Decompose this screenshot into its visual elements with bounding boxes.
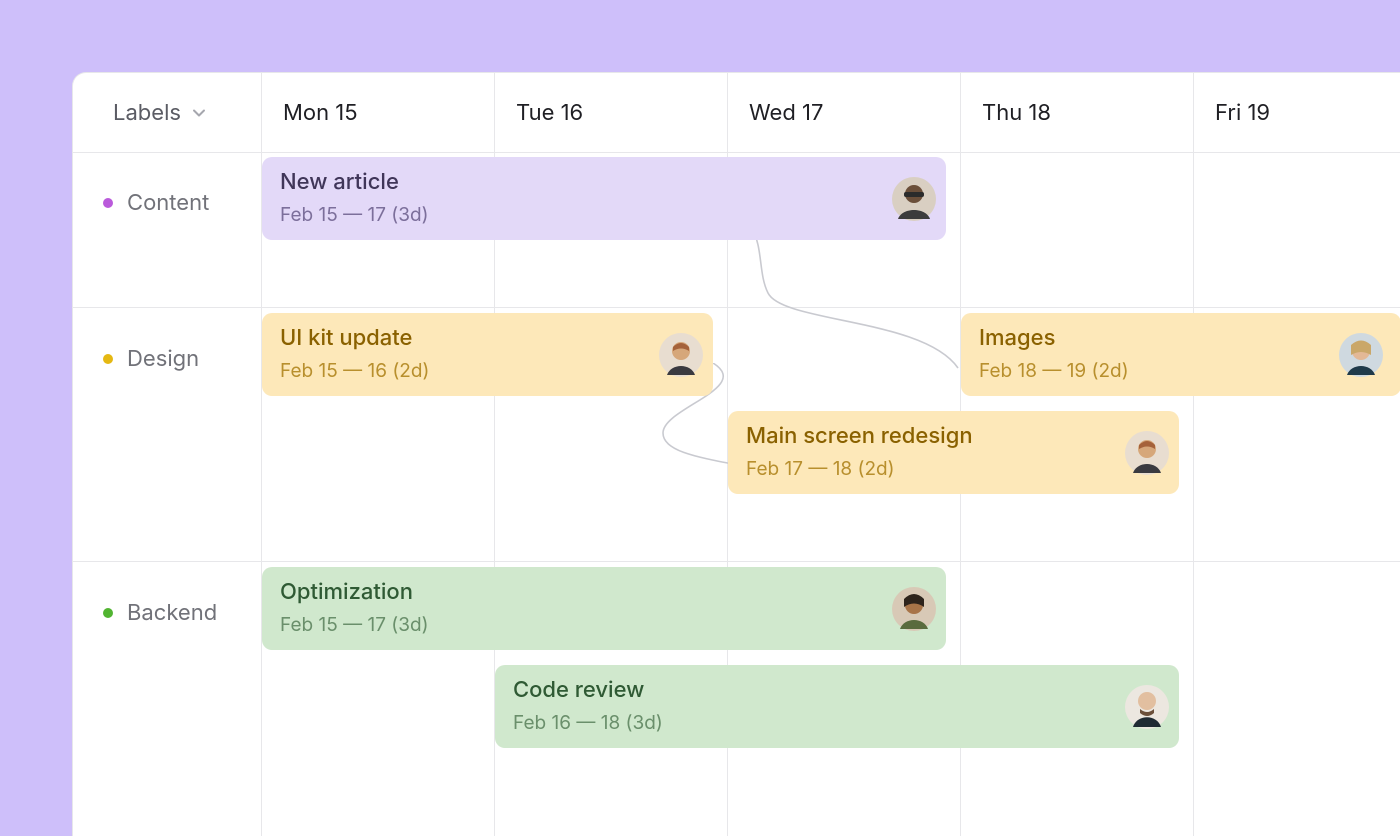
category-text: Content <box>127 190 209 216</box>
day-header: Mon 15 <box>261 73 494 153</box>
task-card-main-screen-redesign[interactable]: Main screen redesign Feb 17 — 18 (2d) <box>728 411 1179 494</box>
task-date-range: Feb 15 — 17 (3d) <box>280 203 928 226</box>
task-card-ui-kit-update[interactable]: UI kit update Feb 15 — 16 (2d) <box>262 313 713 396</box>
category-text: Design <box>127 346 199 372</box>
task-date-range: Feb 18 — 19 (2d) <box>979 359 1383 382</box>
day-label: Wed 17 <box>749 100 823 126</box>
avatar[interactable] <box>1125 685 1169 729</box>
day-header: Wed 17 <box>727 73 960 153</box>
day-header: Thu 18 <box>960 73 1193 153</box>
timeline-header: Labels Mon 15 Tue 16 Wed 17 Thu 18 Fri 1… <box>73 73 1400 153</box>
task-date-range: Feb 15 — 17 (3d) <box>280 613 928 636</box>
task-card-code-review[interactable]: Code review Feb 16 — 18 (3d) <box>495 665 1179 748</box>
day-label: Thu 18 <box>982 100 1051 126</box>
task-date-range: Feb 17 — 18 (2d) <box>746 457 1161 480</box>
category-dot-icon <box>103 198 113 208</box>
category-label-backend: Backend <box>73 600 261 626</box>
avatar[interactable] <box>659 333 703 377</box>
task-date-range: Feb 15 — 16 (2d) <box>280 359 695 382</box>
gridline-vertical <box>1193 73 1194 836</box>
avatar[interactable] <box>1339 333 1383 377</box>
task-title: Main screen redesign <box>746 423 1161 449</box>
task-title: Images <box>979 325 1383 351</box>
task-card-optimization[interactable]: Optimization Feb 15 — 17 (3d) <box>262 567 946 650</box>
day-label: Tue 16 <box>516 100 583 126</box>
timeline-board: Labels Mon 15 Tue 16 Wed 17 Thu 18 Fri 1… <box>72 72 1400 836</box>
avatar[interactable] <box>892 587 936 631</box>
category-dot-icon <box>103 608 113 618</box>
task-card-new-article[interactable]: New article Feb 15 — 17 (3d) <box>262 157 946 240</box>
task-date-range: Feb 16 — 18 (3d) <box>513 711 1161 734</box>
category-text: Backend <box>127 600 217 626</box>
day-label: Fri 19 <box>1215 100 1270 126</box>
gridline-horizontal <box>73 561 1400 562</box>
category-dot-icon <box>103 354 113 364</box>
avatar[interactable] <box>892 177 936 221</box>
task-title: Optimization <box>280 579 928 605</box>
gridline-horizontal <box>73 307 1400 308</box>
avatar[interactable] <box>1125 431 1169 475</box>
task-card-images[interactable]: Images Feb 18 — 19 (2d) <box>961 313 1400 396</box>
category-label-design: Design <box>73 346 261 372</box>
task-title: New article <box>280 169 928 195</box>
day-header: Tue 16 <box>494 73 727 153</box>
chevron-down-icon <box>191 105 207 121</box>
task-title: Code review <box>513 677 1161 703</box>
category-label-content: Content <box>73 190 261 216</box>
day-label: Mon 15 <box>283 100 358 126</box>
labels-dropdown-text: Labels <box>113 100 181 126</box>
labels-dropdown[interactable]: Labels <box>73 73 261 153</box>
day-header: Fri 19 <box>1193 73 1400 153</box>
task-title: UI kit update <box>280 325 695 351</box>
